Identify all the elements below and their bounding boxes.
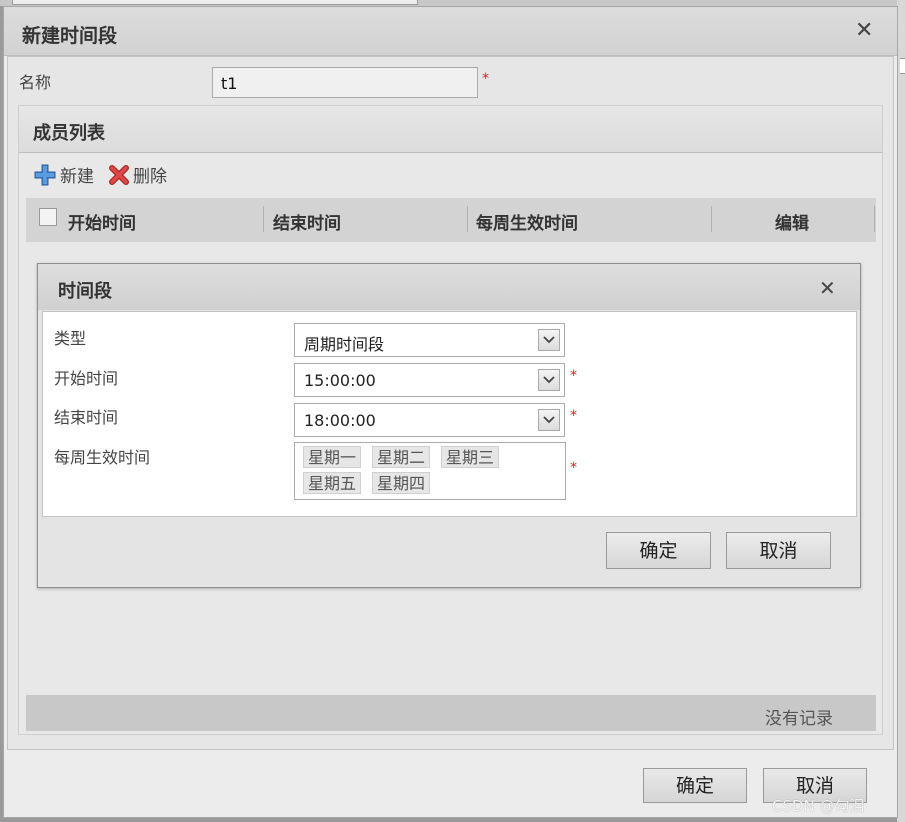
delete-member-label: 删除 <box>133 167 167 187</box>
time-period-form: 类型 周期时间段 开始时间 15:00:00 * 结束时间 18:00:00 *… <box>42 311 857 517</box>
background-window-field-right <box>900 58 905 74</box>
inner-dialog-title: 时间段 <box>58 281 112 302</box>
new-member-label: 新建 <box>60 167 94 187</box>
end-time-label: 结束时间 <box>54 408 119 427</box>
required-mark: * <box>482 71 489 87</box>
type-select[interactable]: 周期时间段 <box>294 323 565 357</box>
type-value: 周期时间段 <box>304 335 385 354</box>
dialog-titlebar[interactable]: 新建时间段 ✕ <box>4 7 897 56</box>
grid-header: 开始时间 结束时间 每周生效时间 编辑 <box>26 198 876 242</box>
required-mark: * <box>570 368 577 384</box>
panel-title: 成员列表 <box>33 123 105 144</box>
name-label: 名称 <box>19 73 52 92</box>
chevron-down-icon[interactable] <box>538 409 560 431</box>
chevron-down-icon[interactable] <box>538 369 560 391</box>
inner-ok-button[interactable]: 确定 <box>606 532 711 569</box>
weekday-label: 每周生效时间 <box>54 448 151 467</box>
column-end-time[interactable]: 结束时间 <box>273 209 341 234</box>
panel-header: 成员列表 <box>19 106 882 153</box>
end-time-select[interactable]: 18:00:00 <box>294 403 565 437</box>
type-label: 类型 <box>54 329 87 348</box>
grid-footer: 没有记录 <box>26 695 876 731</box>
column-divider <box>263 206 264 232</box>
delete-member-button[interactable]: 删除 <box>109 162 167 187</box>
close-icon[interactable]: ✕ <box>855 18 873 43</box>
background-window-field <box>12 0 418 5</box>
watermark: CSDN @勾泪 <box>772 797 865 815</box>
end-time-value: 18:00:00 <box>304 411 376 430</box>
weekday-tag[interactable]: 星期二 <box>372 446 431 468</box>
inner-cancel-button[interactable]: 取消 <box>726 532 831 569</box>
weekday-tag[interactable]: 星期一 <box>303 446 362 468</box>
required-mark: * <box>570 460 577 476</box>
add-icon <box>34 164 56 185</box>
weekday-multiselect[interactable]: 星期一 星期二 星期三 星期五 星期四 <box>294 442 566 500</box>
empty-records-text: 没有记录 <box>765 709 833 729</box>
ok-button[interactable]: 确定 <box>643 768 747 803</box>
required-mark: * <box>570 408 577 424</box>
column-edit[interactable]: 编辑 <box>775 209 809 234</box>
start-time-value: 15:00:00 <box>304 371 376 390</box>
start-time-label: 开始时间 <box>54 369 119 388</box>
inner-dialog-titlebar[interactable]: 时间段 ✕ <box>38 264 860 310</box>
chevron-down-icon[interactable] <box>538 329 560 351</box>
column-start-time[interactable]: 开始时间 <box>68 209 136 234</box>
column-divider <box>711 206 712 232</box>
new-member-button[interactable]: 新建 <box>34 162 94 187</box>
column-weekly-time[interactable]: 每周生效时间 <box>476 209 578 234</box>
column-divider <box>874 206 875 232</box>
select-all-checkbox[interactable] <box>39 208 57 226</box>
dialog-title: 新建时间段 <box>22 25 118 47</box>
weekday-tag[interactable]: 星期五 <box>303 472 362 494</box>
time-period-dialog: 时间段 ✕ 类型 周期时间段 开始时间 15:00:00 * 结束时间 18:0… <box>37 263 861 588</box>
close-icon[interactable]: ✕ <box>819 276 836 300</box>
start-time-select[interactable]: 15:00:00 <box>294 363 565 397</box>
delete-icon <box>109 164 129 185</box>
weekday-tag[interactable]: 星期四 <box>372 472 431 494</box>
name-field[interactable]: t1 <box>212 67 478 98</box>
background-window-right <box>897 0 905 822</box>
column-divider <box>467 206 468 232</box>
weekday-tag[interactable]: 星期三 <box>441 446 500 468</box>
